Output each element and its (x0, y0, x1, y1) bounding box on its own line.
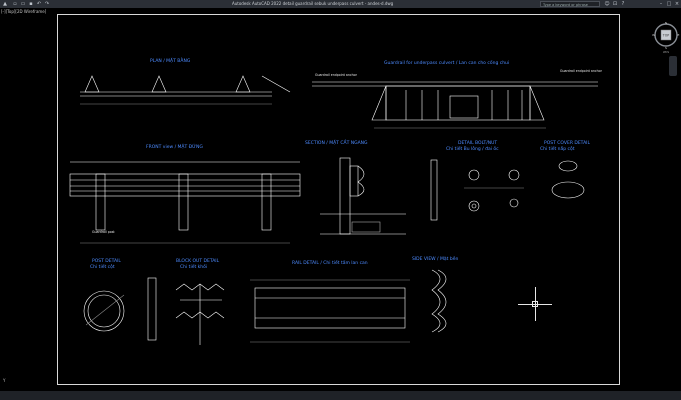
compass-e-label: E (678, 33, 680, 37)
front-note: Guardrail post (92, 230, 115, 234)
viewcube-top-label: TOP (662, 34, 669, 38)
navigation-bar[interactable] (669, 56, 677, 76)
rail-detail-title: RAIL DETAIL / Chi tiết tấm lan can (292, 259, 368, 266)
post-detail (83, 290, 125, 332)
section-title: SECTION / MẶT CẮT NGANG (305, 138, 368, 146)
post-detail-subtitle: Chi tiết cột (90, 263, 115, 270)
culvert-title: Guardrail for underpass culvert / Lan ca… (384, 59, 509, 66)
block-out-detail (147, 277, 225, 345)
plan-title: PLAN / MẶT BẰNG (150, 56, 191, 64)
drawing-canvas[interactable]: PLAN / MẶT BẰNG Guardrail for underpass … (0, 0, 681, 400)
detail-bolt-subtitle: Chi tiết Bu lông / đai ốc (446, 145, 499, 152)
post-cover-detail (551, 160, 585, 199)
detail-bolt-title: DETAIL BOLT/NUT (458, 140, 497, 146)
culvert-view (312, 81, 598, 129)
compass-n-label: N (665, 21, 667, 25)
post-detail-title: POST DETAIL (92, 258, 121, 264)
post-cover-subtitle: Chi tiết nắp cột (540, 145, 575, 152)
compass-w-label: W (652, 33, 655, 37)
ucs-icon: Y (3, 378, 6, 383)
cursor-crosshair (518, 287, 552, 321)
front-title: FRONT view / MẶT ĐỨNG (146, 143, 203, 150)
side-view (431, 269, 447, 333)
viewcube[interactable]: TOP N S E W WCS (652, 20, 680, 54)
post-cover-title: POST COVER DETAIL (544, 140, 590, 146)
rail-detail (250, 279, 410, 343)
bolt-detail (430, 159, 524, 221)
culvert-note-left: Guardrail endpoint anchor (315, 73, 358, 77)
side-view-title: SIDE VIEW / Mặt bên (412, 255, 458, 262)
wcs-label[interactable]: WCS (663, 50, 669, 54)
section-view (320, 157, 406, 235)
status-bar (0, 391, 681, 400)
plan-view (80, 75, 291, 105)
block-out-title: BLOCK OUT DETAIL (176, 258, 220, 264)
culvert-note-right: Guardrail endpoint anchor (560, 69, 603, 73)
compass-s-label: S (665, 46, 667, 50)
block-out-subtitle: Chi tiết khối (180, 263, 207, 270)
